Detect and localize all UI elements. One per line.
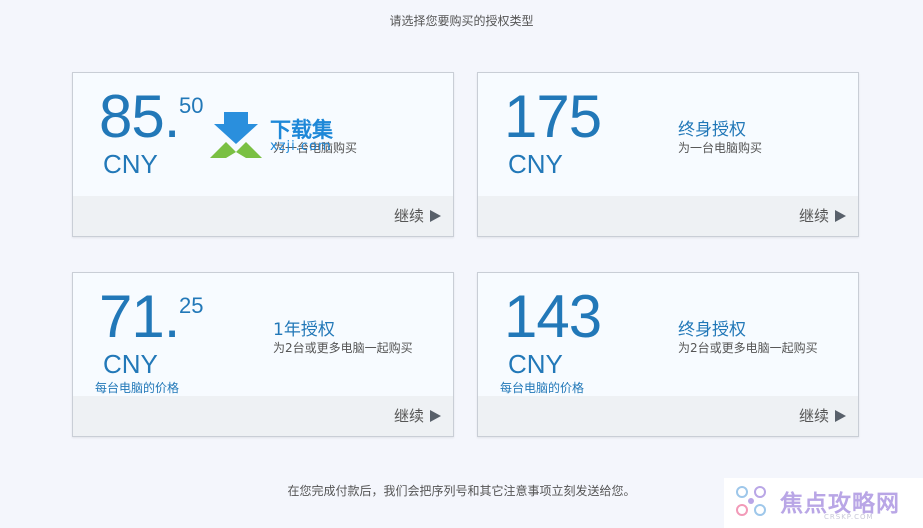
plan-title: 终身授权 — [678, 320, 746, 340]
play-arrow-icon — [430, 209, 441, 222]
continue-label: 继续 — [798, 407, 829, 425]
continue-button[interactable]: 继续 — [799, 405, 846, 426]
dots-logo-icon — [736, 486, 766, 516]
watermark-site-logo: 焦点攻略网 CRSKP.COM — [724, 478, 923, 528]
price-integer: 143 — [504, 283, 602, 350]
plan-description: 为2台或更多电脑一起购买 — [678, 341, 818, 355]
plan-title: 1年授权 — [273, 320, 335, 340]
play-arrow-icon — [835, 409, 846, 422]
price-integer: 71. — [99, 283, 180, 350]
card-footer: 继续 — [478, 396, 858, 436]
continue-label: 继续 — [393, 207, 424, 225]
watermark-subtitle: xzji.com — [270, 139, 332, 154]
license-card-3[interactable]: 71. 25 CNY 每台电脑的价格 1年授权 为2台或更多电脑一起购买 继续 — [72, 272, 454, 437]
download-arrow-icon — [210, 112, 262, 158]
price-currency: CNY — [103, 349, 158, 379]
price-currency: CNY — [103, 149, 158, 179]
watermark-download-logo: 下载集 xzji.com — [210, 112, 360, 162]
price-integer: 85. — [99, 83, 180, 150]
per-computer-note: 每台电脑的价格 — [500, 381, 585, 395]
price-decimal: 25 — [179, 293, 204, 318]
play-arrow-icon — [430, 409, 441, 422]
continue-button[interactable]: 继续 — [799, 205, 846, 226]
card-footer: 继续 — [73, 396, 453, 436]
watermark-subtitle: CRSKP.COM — [824, 513, 874, 521]
continue-button[interactable]: 继续 — [394, 205, 441, 226]
continue-label: 继续 — [393, 407, 424, 425]
continue-label: 继续 — [798, 207, 829, 225]
price-decimal: 50 — [179, 93, 204, 118]
license-card-2[interactable]: 175 CNY 终身授权 为一台电脑购买 继续 — [477, 72, 859, 237]
plan-title: 终身授权 — [678, 120, 746, 140]
continue-button[interactable]: 继续 — [394, 405, 441, 426]
card-footer: 继续 — [478, 196, 858, 236]
plan-description: 为一台电脑购买 — [678, 141, 763, 155]
license-card-4[interactable]: 143 CNY 每台电脑的价格 终身授权 为2台或更多电脑一起购买 继续 — [477, 272, 859, 437]
price-currency: CNY — [508, 349, 563, 379]
per-computer-note: 每台电脑的价格 — [95, 381, 180, 395]
card-footer: 继续 — [73, 196, 453, 236]
plan-description: 为2台或更多电脑一起购买 — [273, 341, 413, 355]
play-arrow-icon — [835, 209, 846, 222]
price-integer: 175 — [504, 83, 602, 150]
page-prompt: 请选择您要购买的授权类型 — [389, 14, 534, 28]
price-currency: CNY — [508, 149, 563, 179]
